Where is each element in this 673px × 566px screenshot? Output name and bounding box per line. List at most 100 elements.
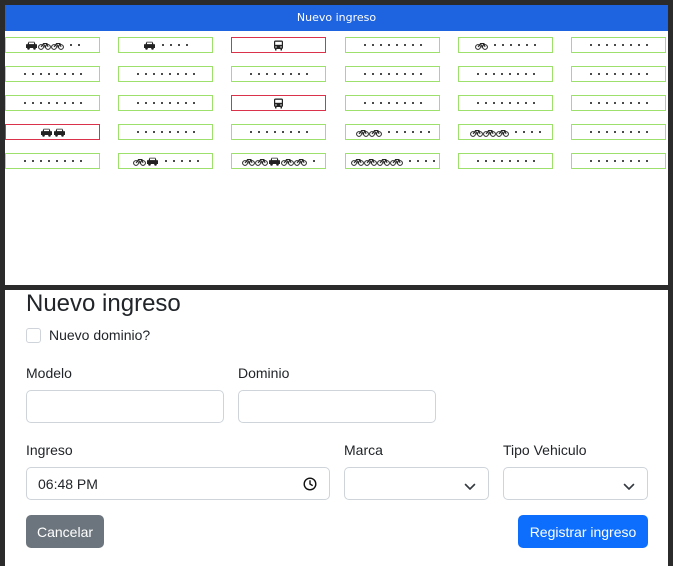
empty-spot-dot xyxy=(403,73,406,75)
parking-slot[interactable] xyxy=(345,95,440,111)
empty-spot-dot xyxy=(645,44,648,46)
parking-slot[interactable] xyxy=(345,37,440,53)
marca-select[interactable] xyxy=(344,467,489,500)
parking-slot[interactable] xyxy=(231,66,326,82)
empty-spot-dot xyxy=(379,44,382,46)
empty-spot-dot xyxy=(484,160,487,162)
empty-spot-dot xyxy=(71,102,74,104)
empty-spot-dot xyxy=(257,73,260,75)
empty-spot-dot xyxy=(39,73,42,75)
empty-spot-dot xyxy=(79,102,82,104)
cancel-button[interactable]: Cancelar xyxy=(26,515,104,548)
empty-spot-dot xyxy=(180,160,183,162)
empty-spot-dot xyxy=(605,102,608,104)
empty-spot-dot xyxy=(273,73,276,75)
parking-slot[interactable] xyxy=(118,37,213,53)
parking-slot[interactable] xyxy=(458,95,553,111)
empty-spot-dot xyxy=(160,73,163,75)
parking-slot[interactable] xyxy=(231,153,326,169)
empty-spot-dot xyxy=(613,44,616,46)
car-icon xyxy=(268,157,281,166)
empty-spot-dot xyxy=(63,73,66,75)
empty-spot-dot xyxy=(249,131,252,133)
empty-spot-dot xyxy=(539,131,541,133)
parking-slot[interactable] xyxy=(571,95,666,111)
parking-slot[interactable] xyxy=(118,66,213,82)
parking-slot-occupied[interactable] xyxy=(231,95,326,111)
empty-spot-dot xyxy=(196,160,199,162)
empty-spot-dot xyxy=(176,102,179,104)
empty-spot-dot xyxy=(432,160,435,162)
empty-spot-dot xyxy=(621,102,624,104)
parking-slot[interactable] xyxy=(5,153,100,169)
form-title: Nuevo ingreso xyxy=(26,290,181,317)
empty-spot-dot xyxy=(427,131,430,133)
empty-spot-dot xyxy=(589,73,592,75)
parking-slot[interactable] xyxy=(118,95,213,111)
empty-spot-dot xyxy=(508,73,511,75)
empty-spot-dot xyxy=(63,102,66,104)
parking-slot[interactable] xyxy=(231,124,326,140)
empty-spot-dot xyxy=(31,102,34,104)
empty-spot-dot xyxy=(629,73,632,75)
parking-slot[interactable] xyxy=(345,66,440,82)
empty-spot-dot xyxy=(71,160,74,162)
parking-slot[interactable] xyxy=(118,153,213,169)
empty-spot-dot xyxy=(192,131,195,133)
empty-spot-dot xyxy=(494,44,496,46)
empty-spot-dot xyxy=(419,73,422,75)
new-domain-checkbox-row[interactable]: Nuevo dominio? xyxy=(26,327,150,343)
parking-slot[interactable] xyxy=(345,153,440,169)
empty-spot-dot xyxy=(265,73,268,75)
empty-spot-dot xyxy=(184,73,187,75)
parking-slot[interactable] xyxy=(458,66,553,82)
empty-spot-dot xyxy=(518,44,520,46)
dominio-input[interactable] xyxy=(238,390,436,423)
parking-slot[interactable] xyxy=(571,124,666,140)
parking-slot[interactable] xyxy=(458,124,553,140)
parking-slot[interactable] xyxy=(458,153,553,169)
parking-slot-occupied[interactable] xyxy=(231,37,326,53)
empty-spot-dot xyxy=(55,73,58,75)
empty-spot-dot xyxy=(152,131,155,133)
parking-slot[interactable] xyxy=(345,124,440,140)
empty-spot-dot xyxy=(516,73,519,75)
register-entry-button[interactable]: Registrar ingreso xyxy=(518,515,648,548)
clock-icon[interactable] xyxy=(303,477,317,494)
ingreso-time-input[interactable]: 06:48 PM xyxy=(26,467,330,500)
bike-icon xyxy=(242,157,255,166)
tipo-vehiculo-label: Tipo Vehiculo xyxy=(503,442,587,458)
empty-spot-dot xyxy=(492,102,495,104)
empty-spot-dot xyxy=(629,131,632,133)
parking-slot[interactable] xyxy=(458,37,553,53)
empty-spot-dot xyxy=(297,73,300,75)
parking-slot[interactable] xyxy=(118,124,213,140)
parking-slot[interactable] xyxy=(5,66,100,82)
bike-icon xyxy=(389,157,403,166)
empty-spot-dot xyxy=(289,131,292,133)
ingreso-time-value: 06:48 PM xyxy=(38,475,98,492)
parking-slot[interactable] xyxy=(571,66,666,82)
parking-slot-occupied[interactable] xyxy=(5,124,100,140)
empty-spot-dot xyxy=(532,102,535,104)
empty-spot-dot xyxy=(637,102,640,104)
bike-icon xyxy=(376,157,390,166)
empty-spot-dot xyxy=(597,102,600,104)
empty-spot-dot xyxy=(597,44,600,46)
parking-slot[interactable] xyxy=(571,153,666,169)
bike-icon xyxy=(255,157,268,166)
parking-slot[interactable] xyxy=(5,95,100,111)
new-domain-checkbox[interactable] xyxy=(26,327,41,343)
empty-spot-dot xyxy=(621,73,624,75)
tipo-vehiculo-select[interactable] xyxy=(503,467,648,500)
parking-slot[interactable] xyxy=(571,37,666,53)
empty-spot-dot xyxy=(597,73,600,75)
bike-icon xyxy=(496,128,509,137)
modelo-input[interactable] xyxy=(26,390,224,423)
empty-spot-dot xyxy=(144,102,147,104)
empty-spot-dot xyxy=(411,131,414,133)
empty-spot-dot xyxy=(534,44,536,46)
empty-spot-dot xyxy=(508,102,511,104)
empty-spot-dot xyxy=(297,131,300,133)
parking-slot[interactable] xyxy=(5,37,100,53)
